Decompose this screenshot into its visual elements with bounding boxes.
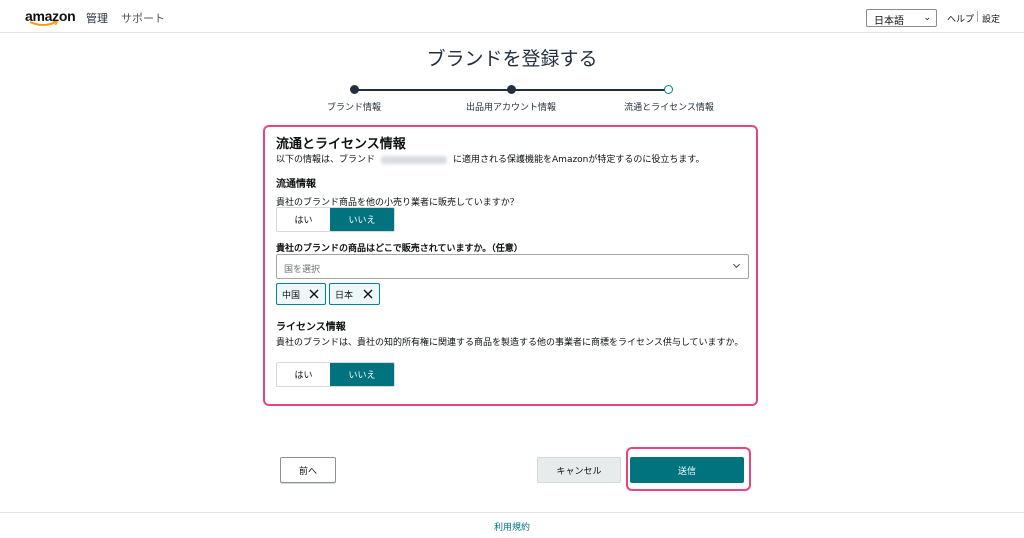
prev-button[interactable]: 前へ [280,457,336,483]
step-dot-completed [350,85,359,94]
remove-icon[interactable] [309,289,319,299]
footer-divider [0,512,1024,513]
chevron-down-icon: ⌄ [923,13,931,23]
step-label-account-info: 出品用アカウント情報 [465,103,556,113]
step-dot-completed [507,85,516,94]
country-select[interactable]: 国を選択 [276,254,749,279]
cancel-button[interactable]: キャンセル [537,457,621,483]
settings-link[interactable]: 設定 [982,12,1000,25]
license-yes-option[interactable]: はい [277,363,331,386]
country-chip-label: 中国 [282,290,301,301]
description-before: 以下の情報は、ブランド [276,155,376,165]
distribution-yes-option[interactable]: はい [277,208,331,231]
country-chip-label: 日本 [335,290,354,301]
license-heading: ライセンス情報 [276,322,346,333]
page-title: ブランドを登録する [426,48,598,70]
license-question: 貴社のブランドは、貴社の知的所有権に関連する商品を製造する他の事業者に商標をライ… [276,338,744,348]
amazon-smile-icon [29,21,59,26]
chevron-down-icon [732,263,741,269]
language-select[interactable]: 日本語 ⌄ [866,9,937,27]
step-label-brand-info: ブランド情報 [326,103,381,113]
step-connector [512,89,669,91]
country-chip: 中国 [276,283,326,305]
remove-icon[interactable] [363,289,373,299]
help-link[interactable]: ヘルプ [947,12,974,25]
step-dot-current [664,85,673,94]
top-bar: amazon 管理 サポート 日本語 ⌄ ヘルプ 設定 [0,0,1024,33]
redacted-brand-name [381,155,448,164]
terms-link: 利用規約 [0,520,1024,533]
submit-button[interactable]: 送信 [630,457,744,483]
section-description: 以下の情報は、ブランド に適用される保護機能をAmazonが特定するのに役立ちます… [276,152,705,165]
nav-support[interactable]: サポート [121,10,165,26]
license-no-option[interactable]: いいえ [330,363,394,386]
language-select-value: 日本語 [874,16,904,27]
step-label-distribution-license: 流通とライセンス情報 [624,103,714,113]
country-select-placeholder: 国を選択 [284,265,321,275]
divider [977,11,978,22]
step-connector [355,89,512,91]
distribution-heading: 流通情報 [276,179,316,190]
license-toggle: はい いいえ [276,362,395,387]
nav-manage[interactable]: 管理 [86,10,108,26]
distribution-no-option[interactable]: いいえ [330,208,394,231]
countries-question: 貴社のブランドの商品はどこで販売されていますか。（任意） [276,244,523,254]
distribution-toggle: はい いいえ [276,207,395,232]
description-after: に適用される保護機能をAmazonが特定するのに役立ちます。 [453,155,705,165]
section-title: 流通とライセンス情報 [276,137,406,152]
country-chip: 日本 [329,283,380,305]
terms-link-text[interactable]: 利用規約 [494,523,530,533]
